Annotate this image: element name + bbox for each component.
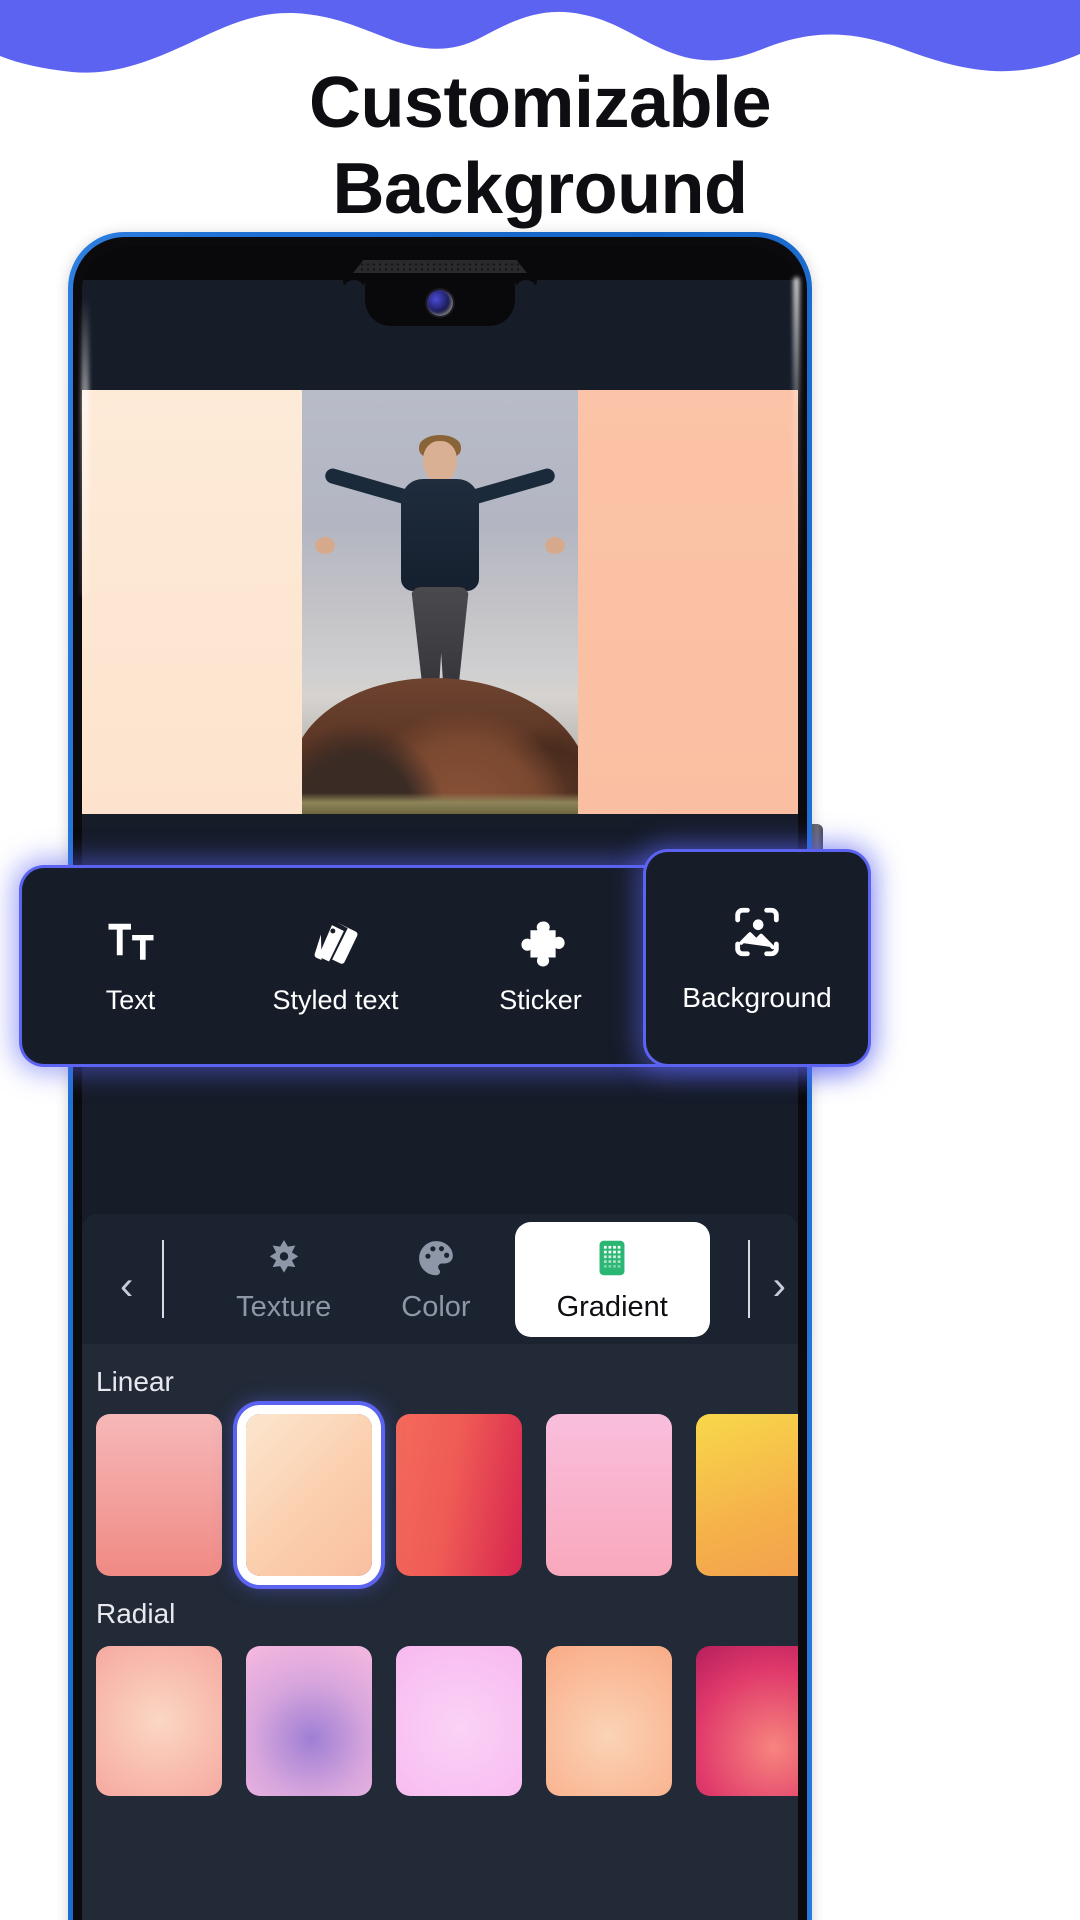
sticker-puzzle-icon [514,917,568,971]
toolbar-item-label: Sticker [499,985,582,1015]
gradient-swatch[interactable] [396,1646,522,1796]
gradient-swatch[interactable] [396,1414,522,1576]
phone-mockup: ‹ Texture Color Gradient › Linear Radial [68,232,823,1920]
gradient-swatch[interactable] [546,1414,672,1576]
scroll-right-chevron-icon[interactable]: › [773,1266,786,1306]
gradient-group-label: Radial [96,1598,176,1629]
phone-front-camera [427,290,453,316]
page-title-line-2: Background [332,149,748,229]
gradient-swatch-row [82,1414,798,1576]
page-title: Customizable Background [0,60,1080,232]
toolbar-item-label: Styled text [272,985,399,1015]
styled-text-icon [309,917,363,971]
tab-label: Gradient [556,1290,668,1323]
gradient-swatch[interactable] [696,1414,798,1576]
canvas-photo [302,390,578,814]
photo-grass [302,792,578,814]
phone-screen: ‹ Texture Color Gradient › Linear Radial [82,246,798,1920]
tab-texture[interactable]: Texture [210,1224,357,1335]
page-title-line-1: Customizable [308,63,772,143]
texture-flower-icon [262,1236,306,1285]
background-image-icon [728,903,786,966]
gradient-swatch-row [82,1646,798,1796]
canvas-background-left [82,390,302,814]
tab-gradient[interactable]: Gradient [514,1221,710,1337]
gradient-gallery: Linear Radial [82,1344,798,1920]
tab-label: Texture [236,1290,332,1323]
page-margin-left [0,232,68,1920]
gradient-swatch[interactable] [546,1646,672,1796]
promo-screenshot: Customizable Background ‹ Texture Color … [0,0,1080,1920]
background-tab-bar: ‹ Texture Color Gradient › [82,1214,798,1344]
toolbar-item-sticker[interactable]: Sticker [438,917,643,1015]
toolbar-item-text[interactable]: Text [28,917,233,1015]
toolbar-item-background-label: Background [682,981,832,1013]
background-tabs: Texture Color Gradient [188,1221,732,1337]
gradient-group-label: Linear [96,1366,174,1397]
toolbar-item-background[interactable]: Background [646,852,868,1064]
canvas-background-right [578,390,798,814]
gradient-grid-icon [590,1236,634,1285]
gradient-swatch-selected[interactable] [246,1414,372,1576]
gradient-swatch[interactable] [96,1646,222,1796]
gradient-swatch[interactable] [96,1414,222,1576]
person-hand-left [315,536,335,554]
person-head [423,440,457,483]
tab-label: Color [401,1290,471,1323]
color-palette-icon [414,1236,458,1285]
phone-earpiece-speaker [353,260,527,273]
toolbar-item-label: Text [105,985,156,1015]
tab-divider-right [748,1240,750,1318]
person-hand-right [545,536,565,554]
toolbar-item-styled-text[interactable]: Styled text [233,917,438,1015]
gradient-swatch[interactable] [696,1646,798,1796]
page-margin-right [1012,232,1080,1920]
text-icon [104,917,158,971]
gradient-swatch[interactable] [246,1646,372,1796]
tab-divider-left [162,1240,164,1318]
person-torso [401,478,479,591]
scroll-left-chevron-icon[interactable]: ‹ [120,1266,133,1306]
tab-color[interactable]: Color [375,1224,496,1335]
canvas-preview[interactable] [82,390,798,814]
background-options-sheet: ‹ Texture Color Gradient › Linear Radial [82,1214,798,1920]
